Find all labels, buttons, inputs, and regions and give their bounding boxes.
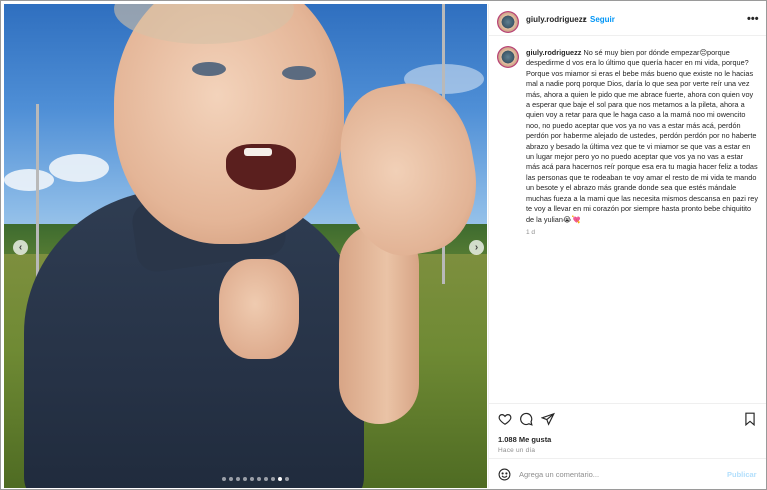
caption-text: No sé muy bien por dónde empezar😔porque … [526,48,758,224]
carousel-dot [243,477,247,481]
photo-teeth [244,148,272,156]
post-header: giuly.rodriguezz • Seguir ••• [489,4,766,36]
carousel-dot [264,477,268,481]
header-separator: • [583,15,586,24]
carousel-dot [285,477,289,481]
carousel-dot [278,477,282,481]
likes-count[interactable]: 1.088 Me gusta [498,435,551,444]
comments-area[interactable]: giuly.rodriguezz No sé muy bien por dónd… [489,37,766,403]
post-side-panel: giuly.rodriguezz • Seguir ••• giuly.rodr… [488,4,766,488]
smiley-icon[interactable] [498,468,511,481]
post-modal: ‹ › giuly.rodriguezz • Seguir ••• giuly.… [0,0,767,490]
photo-eye [192,62,226,76]
heart-icon[interactable] [498,412,512,426]
add-comment-bar: Publicar [489,458,766,489]
photo-cloud [4,169,54,191]
caption-timestamp[interactable]: 1 d [526,229,535,236]
post-actions: 1.088 Me gusta Hace un día Publicar [489,403,766,488]
photo-cloud [49,154,109,182]
follow-button[interactable]: Seguir [590,15,615,24]
photo-light-pole [36,104,39,294]
caption: giuly.rodriguezz No sé muy bien por dónd… [526,48,758,225]
header-username[interactable]: giuly.rodriguezz [526,15,587,24]
caption-username[interactable]: giuly.rodriguezz [526,48,581,57]
carousel-dot [236,477,240,481]
post-timestamp[interactable]: Hace un día [498,447,535,454]
carousel-next-button[interactable]: › [469,240,484,255]
avatar[interactable] [497,46,519,68]
avatar[interactable] [497,11,519,33]
publish-button[interactable]: Publicar [727,470,757,479]
carousel-indicator [222,477,289,483]
bookmark-icon[interactable] [743,412,757,427]
comment-bubble-icon[interactable] [519,412,533,426]
carousel-prev-button[interactable]: ‹ [13,240,28,255]
carousel-dot [229,477,233,481]
carousel-dot [222,477,226,481]
carousel-dot [257,477,261,481]
paper-plane-icon[interactable] [540,412,555,426]
post-photo[interactable]: ‹ › [4,4,487,488]
comment-input[interactable] [519,468,719,481]
photo-eye [282,66,316,80]
carousel-dot [250,477,254,481]
more-options-icon[interactable]: ••• [747,13,759,25]
carousel-dot [271,477,275,481]
photo-fist [219,259,299,359]
